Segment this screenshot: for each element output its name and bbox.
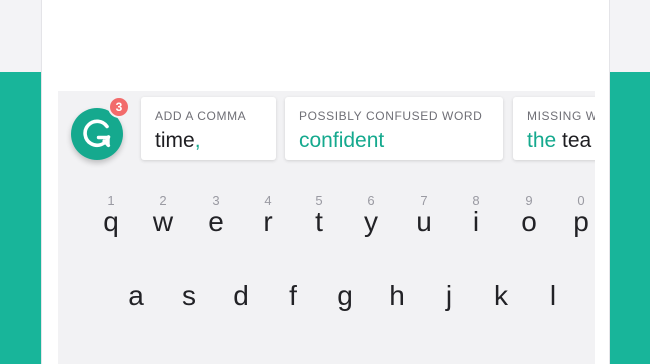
suggestion-card-confused-word[interactable]: POSSIBLY CONFUSED WORD confident xyxy=(285,97,503,160)
suggestion-text: the tea xyxy=(527,129,595,153)
suggestion-title: POSSIBLY CONFUSED WORD xyxy=(299,109,483,123)
key-s[interactable]: s xyxy=(169,276,209,316)
key-j[interactable]: j xyxy=(429,276,469,316)
suggestion-accent-text: confident xyxy=(299,129,385,152)
key-f[interactable]: f xyxy=(273,276,313,316)
alerts-count-badge: 3 xyxy=(108,96,130,118)
suggestion-accent-text: , xyxy=(194,129,201,152)
key-d[interactable]: d xyxy=(221,276,261,316)
text-input-area[interactable] xyxy=(58,0,595,91)
suggestion-strip: 3 ADD A COMMA time, POSSIBLY CONFUSED WO… xyxy=(58,91,595,176)
suggestion-plain-text: time xyxy=(155,129,195,152)
grammarly-keyboard: 3 ADD A COMMA time, POSSIBLY CONFUSED WO… xyxy=(58,91,595,364)
key-h[interactable]: h xyxy=(377,276,417,316)
suggestion-title: ADD A COMMA xyxy=(155,109,247,123)
key-t[interactable]: t xyxy=(299,202,339,242)
suggestion-accent-text: the xyxy=(527,129,557,152)
key-g[interactable]: g xyxy=(325,276,365,316)
key-y[interactable]: y xyxy=(351,202,391,242)
suggestion-card-add-comma[interactable]: ADD A COMMA time, xyxy=(141,97,276,160)
key-p[interactable]: p xyxy=(561,202,601,242)
key-i[interactable]: i xyxy=(456,202,496,242)
key-e[interactable]: e xyxy=(196,202,236,242)
suggestion-card-missing-word[interactable]: MISSING W the tea xyxy=(513,97,595,160)
key-a[interactable]: a xyxy=(116,276,156,316)
key-w[interactable]: w xyxy=(143,202,183,242)
key-o[interactable]: o xyxy=(509,202,549,242)
suggestion-text: confident xyxy=(299,129,489,153)
suggestion-plain-text: tea xyxy=(556,129,592,152)
key-l[interactable]: l xyxy=(533,276,573,316)
grammarly-logo-icon xyxy=(83,119,111,148)
key-u[interactable]: u xyxy=(404,202,444,242)
suggestion-title: MISSING W xyxy=(527,109,595,123)
key-k[interactable]: k xyxy=(481,276,521,316)
key-q[interactable]: q xyxy=(91,202,131,242)
phone-screen: 3 ADD A COMMA time, POSSIBLY CONFUSED WO… xyxy=(41,0,610,364)
key-r[interactable]: r xyxy=(248,202,288,242)
suggestion-text: time, xyxy=(155,129,262,153)
